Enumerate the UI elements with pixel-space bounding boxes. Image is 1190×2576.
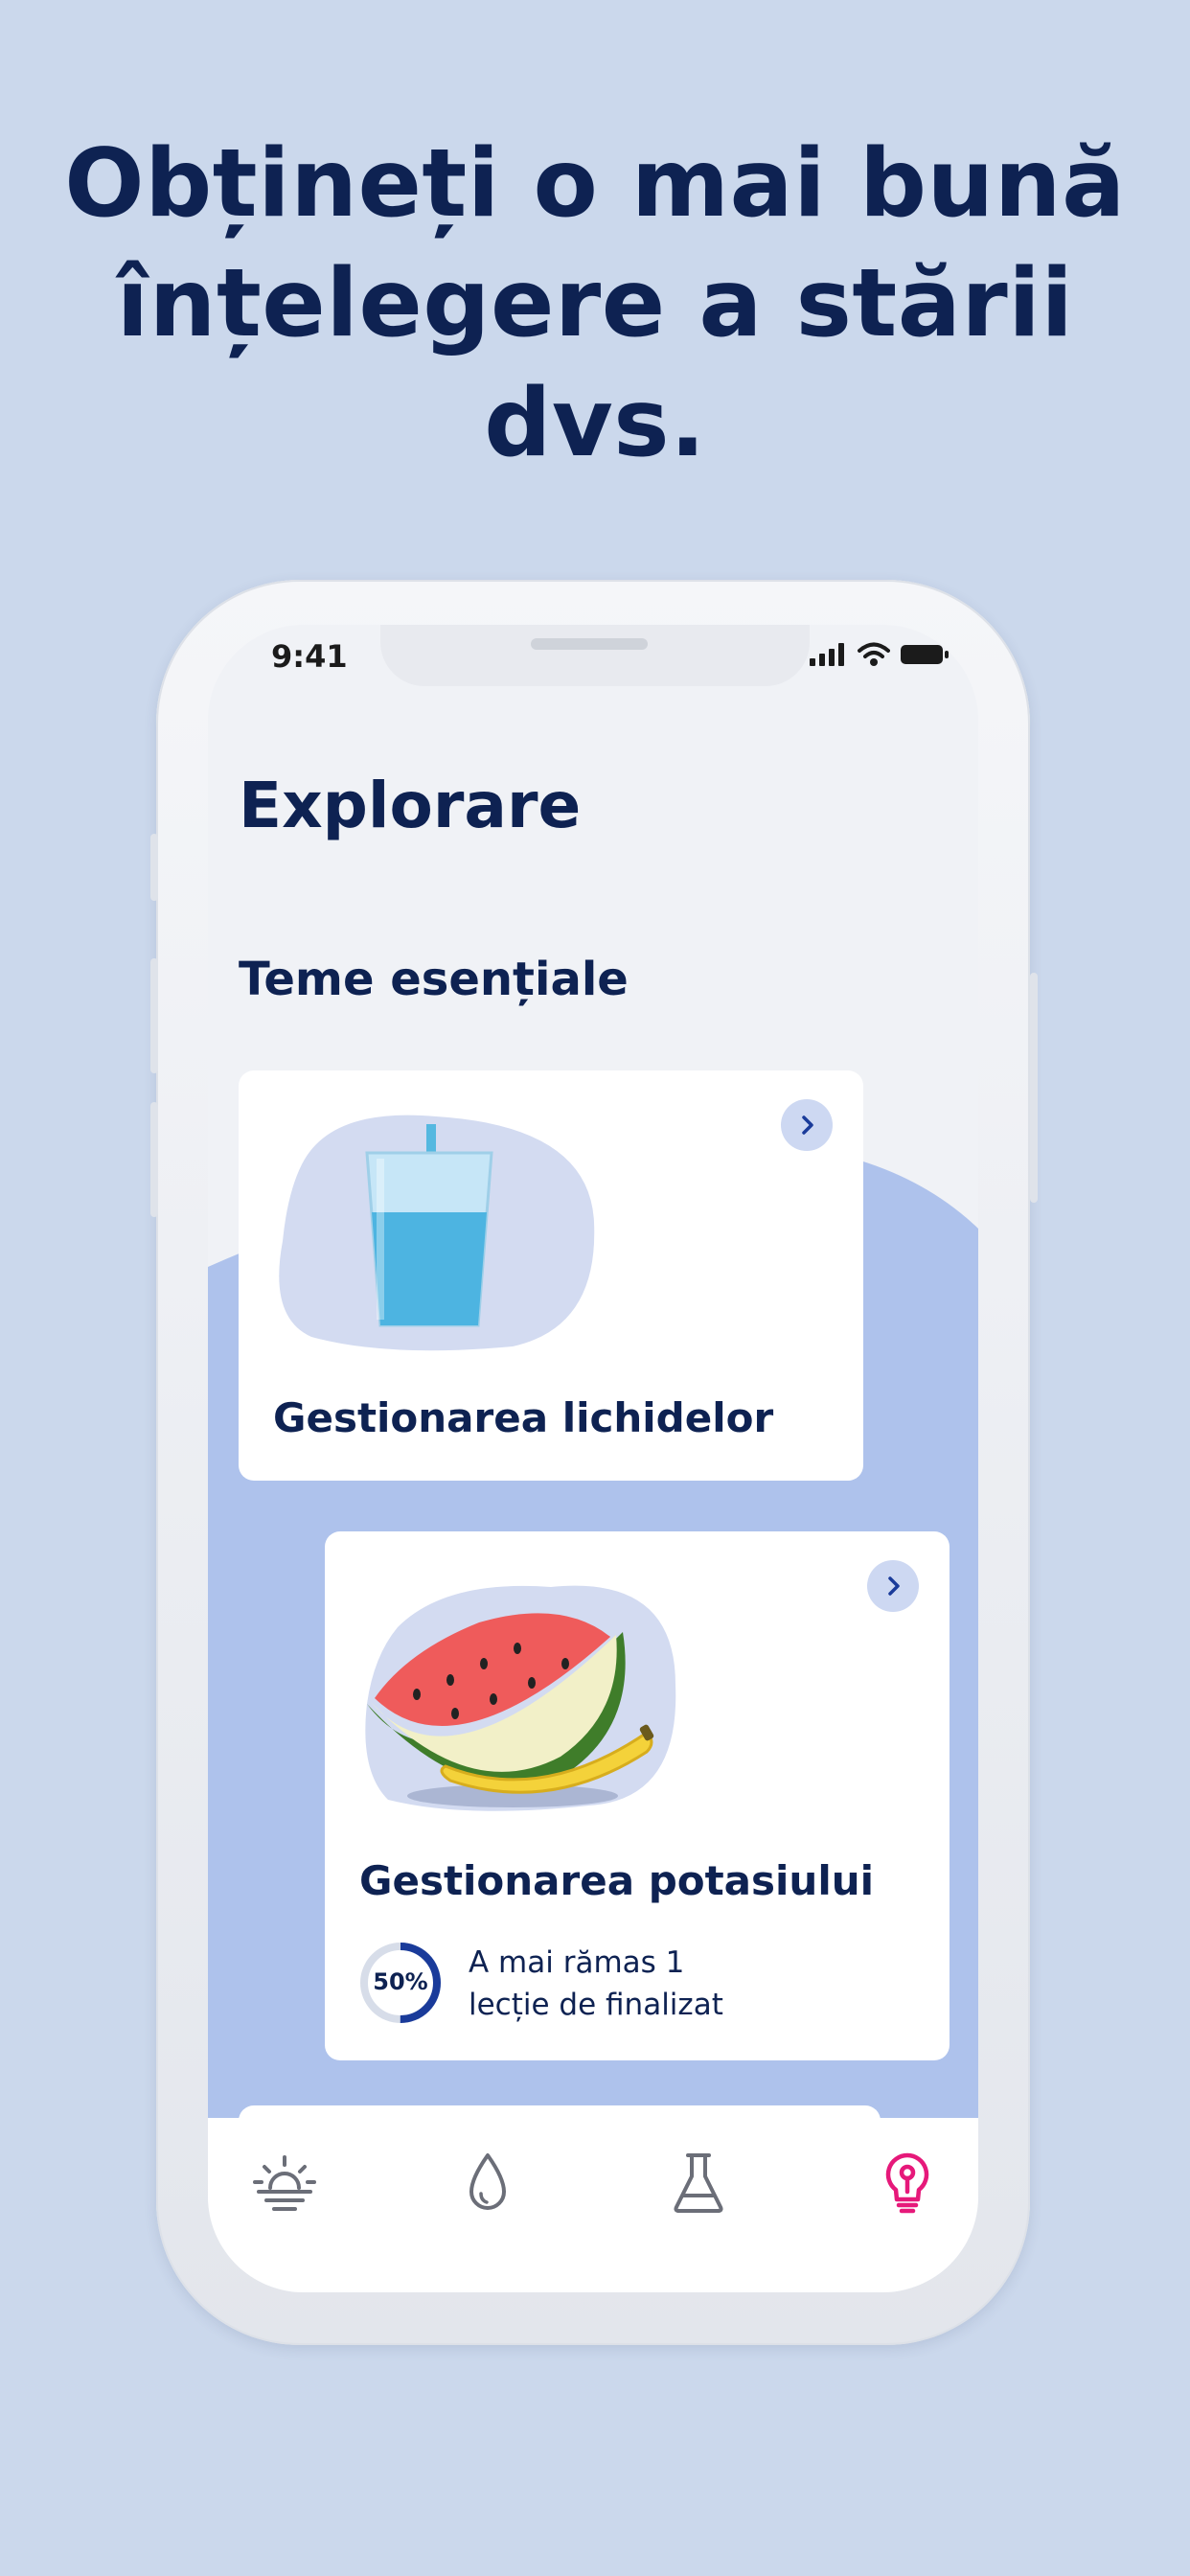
phone-volume-up	[150, 958, 158, 1073]
topic-card-potassium[interactable]: Gestionarea potasiului 50% A mai rămas 1…	[325, 1531, 950, 2060]
sunrise-icon	[253, 2155, 316, 2211]
phone-screen: 9:41 Explorare Teme esențiale Gestionare…	[208, 625, 978, 2292]
phone-power-button	[1030, 973, 1038, 1203]
tab-today[interactable]	[246, 2145, 323, 2221]
drop-icon	[469, 2153, 506, 2210]
headline: Obțineți o mai bună înțelegere a stării …	[64, 129, 1126, 478]
tab-bar	[208, 2118, 978, 2292]
watermelon-banana-illustration	[365, 1585, 676, 1811]
status-time: 9:41	[271, 638, 348, 675]
tab-fluids[interactable]	[449, 2145, 526, 2221]
speaker-grille	[531, 638, 648, 650]
battery-icon	[901, 645, 949, 664]
topic-card-title: Gestionarea potasiului	[359, 1857, 875, 1904]
chevron-right-icon	[888, 1576, 900, 1596]
section-title: Teme esențiale	[239, 953, 629, 1006]
progress-line-2: lecție de finalizat	[469, 1988, 723, 2022]
topic-card-fluids[interactable]: Gestionarea lichidelor	[239, 1070, 863, 1481]
open-potassium-button[interactable]	[867, 1560, 919, 1612]
chevron-right-icon	[802, 1116, 813, 1135]
lightbulb-icon	[885, 2152, 929, 2214]
screen-title: Explorare	[239, 769, 582, 842]
phone-mute-switch	[150, 834, 158, 901]
progress-line-1: A mai rămas 1	[469, 1945, 685, 1980]
signal-icon	[810, 643, 844, 666]
notch	[380, 625, 810, 686]
phone-volume-down	[150, 1102, 158, 1217]
topic-card-title: Gestionarea lichidelor	[273, 1394, 774, 1441]
wifi-icon	[858, 642, 890, 666]
tab-lab[interactable]	[660, 2145, 737, 2221]
status-icons	[810, 642, 950, 667]
glass-of-water-illustration	[279, 1115, 595, 1351]
flask-icon	[674, 2153, 723, 2213]
open-fluids-button[interactable]	[781, 1099, 833, 1151]
tab-explore[interactable]	[869, 2145, 946, 2221]
progress-percent: 50%	[373, 1968, 428, 1995]
progress-description: A mai rămas 1 lecție de finalizat	[469, 1942, 723, 2026]
